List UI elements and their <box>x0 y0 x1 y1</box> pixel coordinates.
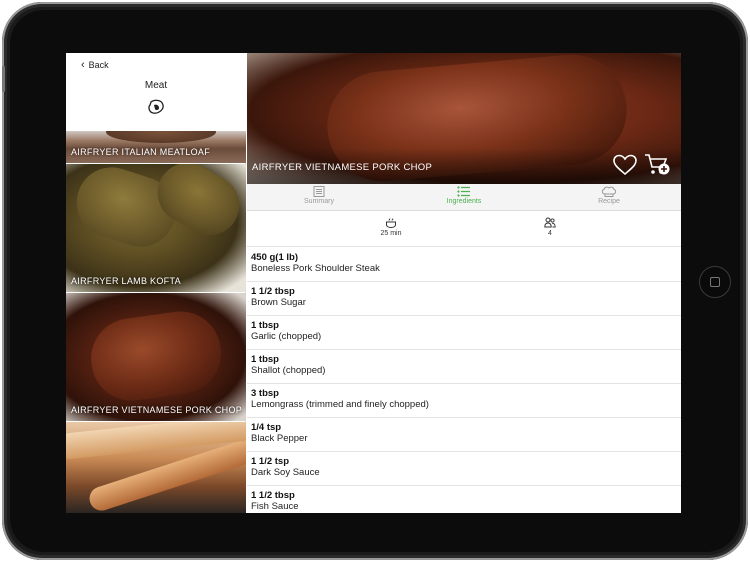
ingredient-name: Fish Sauce <box>251 501 299 512</box>
pot-icon <box>386 218 396 228</box>
app-screen: ‹ Back Meat AIRFRYER ITALIAN MEATLOAF AI… <box>66 53 681 513</box>
ingredient-name: Boneless Pork Shoulder Steak <box>251 263 380 274</box>
recipe-detail: AIRFRYER VIETNAMESE PORK CHOP Summary In… <box>247 53 681 513</box>
tab-recipe-label: Recipe <box>598 198 620 205</box>
ingredient-name: Lemongrass (trimmed and finely chopped) <box>251 399 429 410</box>
ingredient-quantity: 1 tbsp <box>251 354 279 365</box>
home-button-glyph <box>710 277 720 287</box>
add-to-cart-icon[interactable] <box>644 153 670 177</box>
ingredient-quantity: 3 tbsp <box>251 388 279 399</box>
category-title: Meat <box>144 80 168 91</box>
recipe-tabs: Summary Ingredients Recipe <box>247 184 681 211</box>
ingredient-row: 1/4 tsp Black Pepper <box>247 418 681 452</box>
ingredient-row: 1 1/2 tbsp Fish Sauce <box>247 486 681 513</box>
tab-ingredients-label: Ingredients <box>446 198 482 205</box>
checklist-icon <box>457 186 470 197</box>
ingredient-name: Dark Soy Sauce <box>251 467 320 478</box>
ingredient-row: 1 tbsp Shallot (chopped) <box>247 350 681 384</box>
ingredient-name: Garlic (chopped) <box>251 331 322 342</box>
chef-hat-icon <box>601 186 617 197</box>
recipe-tile-lamb-kofta[interactable]: AIRFRYER LAMB KOFTA <box>66 164 246 292</box>
recipe-tile-sausages[interactable] <box>66 422 246 513</box>
chevron-left-icon: ‹ <box>81 58 85 71</box>
sidebar-header: ‹ Back Meat <box>66 53 246 131</box>
list-icon <box>313 186 325 197</box>
cook-time-value: 25 min <box>380 230 402 237</box>
recipe-hero-image: AIRFRYER VIETNAMESE PORK CHOP <box>247 53 681 184</box>
tab-summary[interactable]: Summary <box>247 186 391 210</box>
recipe-tile-vietnamese-pork-chop[interactable]: AIRFRYER VIETNAMESE PORK CHOP <box>66 293 246 421</box>
ingredient-quantity: 1 1/2 tsp <box>251 456 290 467</box>
tab-summary-label: Summary <box>304 198 334 205</box>
ingredient-quantity: 1 1/2 tbsp <box>251 490 295 501</box>
ingredient-quantity: 450 g(1 lb) <box>251 252 298 263</box>
recipe-title: AIRFRYER VIETNAMESE PORK CHOP <box>252 162 433 173</box>
ingredient-name: Shallot (chopped) <box>251 365 326 376</box>
ingredient-row: 1 tbsp Garlic (chopped) <box>247 316 681 350</box>
recipe-tile-italian-meatloaf[interactable]: AIRFRYER ITALIAN MEATLOAF <box>66 131 246 163</box>
cook-time: 25 min <box>371 217 411 237</box>
side-switch <box>2 66 5 92</box>
recipe-photo <box>66 293 246 421</box>
recipe-photo <box>66 164 246 292</box>
ingredient-row: 450 g(1 lb) Boneless Pork Shoulder Steak <box>247 248 681 282</box>
ingredient-name: Black Pepper <box>251 433 308 444</box>
category-sidebar: ‹ Back Meat AIRFRYER ITALIAN MEATLOAF AI… <box>66 53 246 513</box>
ingredient-row: 3 tbsp Lemongrass (trimmed and finely ch… <box>247 384 681 418</box>
recipe-stats: 25 min 4 <box>247 212 681 247</box>
heart-icon[interactable] <box>613 154 637 176</box>
recipe-tile-label: AIRFRYER VIETNAMESE PORK CHOP <box>71 405 242 415</box>
tab-ingredients[interactable]: Ingredients <box>392 186 536 210</box>
servings-value: 4 <box>548 230 552 237</box>
ingredient-row: 1 1/2 tbsp Brown Sugar <box>247 282 681 316</box>
people-icon <box>544 217 556 228</box>
back-label: Back <box>88 60 109 70</box>
recipe-photo <box>66 422 246 513</box>
home-button[interactable] <box>699 266 731 298</box>
ingredients-list: 450 g(1 lb) Boneless Pork Shoulder Steak… <box>247 248 681 513</box>
ingredient-quantity: 1 1/2 tbsp <box>251 286 295 297</box>
recipe-tile-label: AIRFRYER ITALIAN MEATLOAF <box>71 147 211 157</box>
recipe-tile-label: AIRFRYER LAMB KOFTA <box>71 276 181 286</box>
servings: 4 <box>530 217 570 237</box>
ingredient-row: 1 1/2 tsp Dark Soy Sauce <box>247 452 681 486</box>
tab-recipe[interactable]: Recipe <box>537 186 681 210</box>
ingredient-quantity: 1 tbsp <box>251 320 279 331</box>
steak-icon <box>148 99 164 114</box>
back-button[interactable]: ‹ Back <box>81 58 109 71</box>
ingredient-name: Brown Sugar <box>251 297 306 308</box>
ingredient-quantity: 1/4 tsp <box>251 422 282 433</box>
